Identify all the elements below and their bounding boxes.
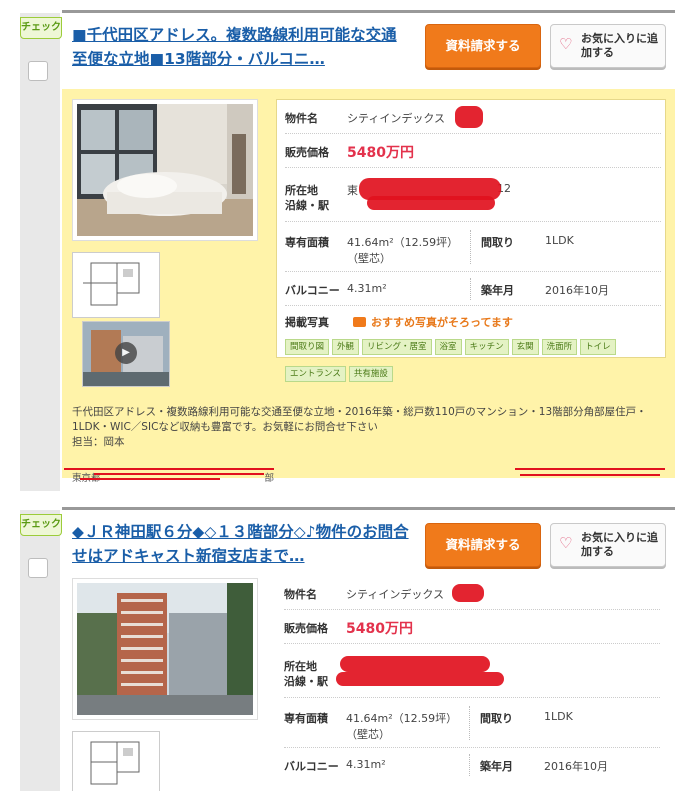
station-label: 沿線・駅 xyxy=(285,199,329,212)
contact-person: 担当：岡本 xyxy=(72,436,125,448)
built-label: 築年月 xyxy=(481,284,514,297)
photo-tag[interactable]: 玄関 xyxy=(511,339,539,355)
redaction-mark xyxy=(452,584,484,602)
recommend-note: おすすめ写真がそろってます xyxy=(353,314,513,330)
listing-panel: 物件名 シティインデックス 販売価格 5480万円 所在地 沿線・駅 専有面積 … xyxy=(62,576,675,791)
area-value: 41.64m²（12.59坪） xyxy=(347,236,459,249)
redaction-mark xyxy=(520,474,660,476)
built-label: 築年月 xyxy=(480,760,513,773)
photos-label: 掲載写真 xyxy=(285,316,329,329)
request-info-button[interactable]: 資料請求する xyxy=(425,523,541,567)
floorplan-thumbnail[interactable] xyxy=(72,252,160,318)
redaction-mark xyxy=(455,106,483,128)
price-label: 販売価格 xyxy=(284,622,328,635)
area-label: 専有面積 xyxy=(284,712,328,725)
main-photo[interactable] xyxy=(72,578,258,720)
listing-checkbox[interactable] xyxy=(28,558,48,578)
add-favorite-button[interactable]: ♡ お気に入りに追加する xyxy=(550,24,666,68)
price-value: 5480万円 xyxy=(346,621,413,637)
location-label: 所在地 xyxy=(284,660,317,673)
redaction-mark xyxy=(515,468,665,470)
office-name-suffix: 部 xyxy=(264,473,275,484)
redaction-mark xyxy=(367,196,495,210)
photo-tag[interactable]: リビング・居室 xyxy=(362,339,432,355)
photo-tag[interactable]: キッチン xyxy=(464,339,509,355)
property-details: 物件名 シティインデックス 販売価格 5480万円 所在地 沿線・駅 東 12 … xyxy=(276,99,666,382)
area-value: 41.64m²（12.59坪） xyxy=(346,712,458,725)
area-note: （壁芯） xyxy=(346,728,390,741)
listing-top-border xyxy=(62,10,675,13)
layout-label: 間取り xyxy=(481,236,514,249)
request-info-button[interactable]: 資料請求する xyxy=(425,24,541,68)
photo-tag[interactable]: 浴室 xyxy=(434,339,462,355)
building-exterior-photo xyxy=(77,583,253,715)
favorite-label: お気に入りに追加する xyxy=(581,32,658,59)
balcony-label: バルコニー xyxy=(284,760,339,773)
photo-tags-section: 掲載写真 おすすめ写真がそろってます 間取り図 外観 リビング・居室 浴室 キッチン 玄関… xyxy=(285,312,661,382)
property-details: 物件名 シティインデックス 販売価格 5480万円 所在地 沿線・駅 専有面積 … xyxy=(276,576,666,791)
column-divider xyxy=(469,754,470,776)
balcony-value: 4.31m² xyxy=(346,758,386,771)
station-label: 沿線・駅 xyxy=(284,675,328,688)
recommend-text: おすすめ写真がそろってます xyxy=(371,316,513,329)
description-text: 千代田区アドレス・複数路線利用可能な交通至便な立地・2016年築・総戸数110戸… xyxy=(72,406,647,433)
photo-tag[interactable]: 外観 xyxy=(332,339,360,355)
redaction-mark xyxy=(64,468,274,470)
floorplan-image xyxy=(73,732,159,791)
floorplan-image xyxy=(73,253,159,317)
price-value: 5480万円 xyxy=(347,145,414,161)
favorite-label: お気に入りに追加する xyxy=(581,531,658,558)
listing-title-link[interactable]: ◆ＪＲ神田駅６分◆◇１３階部分◇♪物件のお問合せはアドキャスト新宿支店まで… xyxy=(72,520,412,568)
built-value: 2016年10月 xyxy=(544,760,608,773)
balcony-label: バルコニー xyxy=(285,284,340,297)
photo-tag[interactable]: トイレ xyxy=(580,339,616,355)
redaction-mark xyxy=(94,473,264,475)
built-value: 2016年10月 xyxy=(545,284,609,297)
floorplan-thumbnail[interactable] xyxy=(72,731,160,791)
property-name: シティインデックス xyxy=(346,588,445,601)
layout-label: 間取り xyxy=(480,712,513,725)
bedroom-photo xyxy=(77,104,253,236)
area-label: 専有面積 xyxy=(285,236,329,249)
property-name-label: 物件名 xyxy=(284,588,317,601)
play-icon[interactable]: ▶ xyxy=(115,342,137,364)
photo-tag[interactable]: 洗面所 xyxy=(541,339,578,355)
property-name-label: 物件名 xyxy=(285,112,318,125)
redaction-mark xyxy=(80,478,220,480)
add-favorite-button[interactable]: ♡ お気に入りに追加する xyxy=(550,523,666,567)
main-photo[interactable] xyxy=(72,99,258,241)
heart-icon: ♡ xyxy=(559,35,573,53)
area-note: （壁芯） xyxy=(347,252,391,265)
property-name: シティインデックス xyxy=(347,112,446,125)
price-label: 販売価格 xyxy=(285,146,329,159)
listing-top-border xyxy=(62,507,675,510)
location-value: 東 xyxy=(347,184,358,197)
check-label: チェック xyxy=(20,17,62,39)
check-column: チェック xyxy=(20,510,62,791)
column-divider xyxy=(470,278,471,300)
layout-value: 1LDK xyxy=(545,234,574,247)
photo-tag[interactable]: 間取り図 xyxy=(285,339,330,355)
check-column: チェック xyxy=(20,13,62,491)
listing-checkbox[interactable] xyxy=(28,61,48,81)
layout-value: 1LDK xyxy=(544,710,573,723)
photo-tag[interactable]: 共有施設 xyxy=(348,366,393,382)
listing-description: 千代田区アドレス・複数路線利用可能な交通至便な立地・2016年築・総戸数110戸… xyxy=(72,405,672,450)
video-thumbnail[interactable]: ▶ xyxy=(82,321,170,387)
balcony-value: 4.31m² xyxy=(347,282,387,295)
check-label: チェック xyxy=(20,514,62,536)
location-label: 所在地 xyxy=(285,184,318,197)
listing-title-link[interactable]: ■千代田区アドレス。複数路線利用可能な交通至便な立地■13階部分・バルコニ… xyxy=(72,23,412,71)
column-divider xyxy=(469,706,470,740)
photo-tag-list: 間取り図 外観 リビング・居室 浴室 キッチン 玄関 洗面所 トイレエントランス 共有施設 xyxy=(285,334,655,388)
photo-tag[interactable]: エントランス xyxy=(285,366,346,382)
redaction-mark xyxy=(336,672,504,686)
column-divider xyxy=(470,230,471,264)
heart-icon: ♡ xyxy=(559,534,573,552)
redaction-mark xyxy=(340,656,490,672)
camera-icon xyxy=(353,317,366,327)
